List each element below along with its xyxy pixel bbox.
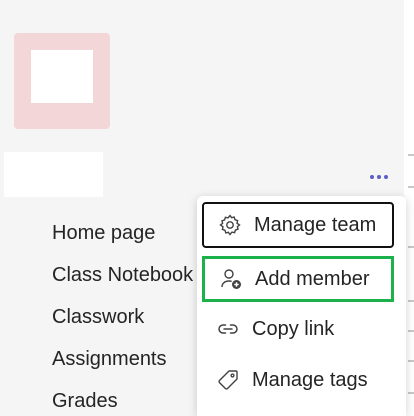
copy-link-label: Copy link bbox=[252, 317, 335, 340]
team-context-menu: Manage team Add member Copy link Manage … bbox=[197, 196, 406, 416]
gear-icon bbox=[217, 212, 243, 238]
tag-icon bbox=[215, 367, 241, 393]
nav-item-grades[interactable]: Grades bbox=[52, 390, 118, 413]
link-icon bbox=[215, 316, 241, 342]
manage-team-menu-item[interactable]: Manage team bbox=[202, 202, 394, 248]
nav-item-class-notebook[interactable]: Class Notebook bbox=[52, 264, 193, 287]
more-horizontal-icon bbox=[370, 175, 374, 179]
copy-link-menu-item[interactable]: Copy link bbox=[202, 306, 394, 352]
add-member-label: Add member bbox=[255, 267, 370, 290]
team-avatar-image bbox=[31, 50, 93, 103]
manage-team-label: Manage team bbox=[254, 213, 377, 236]
add-member-menu-item[interactable]: Add member bbox=[202, 256, 394, 302]
person-add-icon bbox=[218, 266, 244, 292]
nav-item-classwork[interactable]: Classwork bbox=[52, 306, 144, 329]
more-options-button[interactable] bbox=[364, 166, 394, 188]
nav-item-assignments[interactable]: Assignments bbox=[52, 348, 167, 371]
team-avatar[interactable] bbox=[14, 33, 110, 129]
manage-tags-label: Manage tags bbox=[252, 368, 368, 391]
nav-item-home-page[interactable]: Home page bbox=[52, 222, 155, 245]
team-name-redacted bbox=[4, 152, 103, 197]
manage-tags-menu-item[interactable]: Manage tags bbox=[202, 357, 394, 403]
